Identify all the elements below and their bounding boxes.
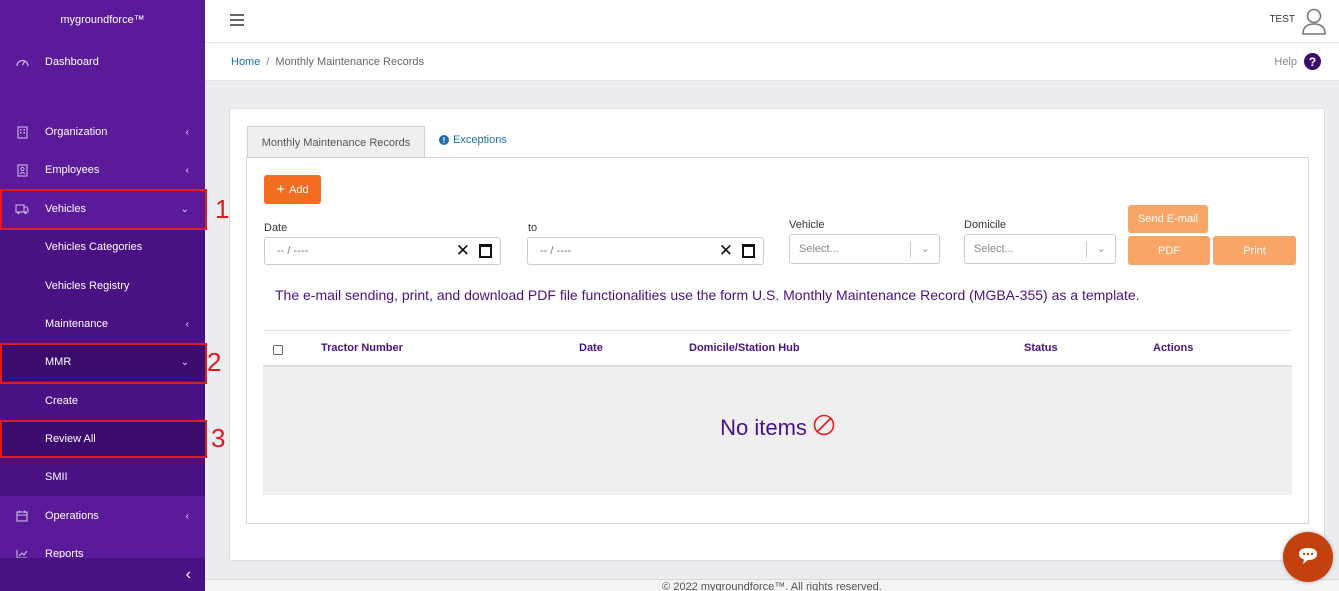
breadcrumb-home-link[interactable]: Home <box>231 56 260 68</box>
sidebar-item-label: Vehicles Registry <box>45 280 130 292</box>
annotation-box-vehicles <box>0 189 207 230</box>
help-link[interactable]: Help ? <box>1274 53 1321 70</box>
domicile-placeholder: Select... <box>974 243 1014 255</box>
send-email-button[interactable]: Send E-mail <box>1128 205 1208 233</box>
chevron-left-icon: ‹ <box>185 164 189 176</box>
chat-widget-button[interactable] <box>1283 532 1333 582</box>
select-all-checkbox[interactable] <box>273 345 283 355</box>
select-divider <box>910 241 911 258</box>
breadcrumb-current: Monthly Maintenance Records <box>275 56 424 68</box>
date-from-input[interactable]: -- / ---- ✕ <box>264 237 501 265</box>
sidebar: mygroundforce™ Dashboard Organization ‹ … <box>0 0 205 591</box>
sidebar-item-label: Create <box>45 395 79 407</box>
sidebar-item-vehicles-categories[interactable]: Vehicles Categories <box>0 228 205 266</box>
brand-logo: mygroundforce™ <box>0 0 205 42</box>
vehicle-select[interactable]: Select... ⌄ <box>789 234 940 264</box>
building-icon <box>14 124 30 140</box>
hamburger-menu-icon[interactable] <box>230 14 244 29</box>
info-icon: ! <box>439 135 449 145</box>
calendar-icon[interactable] <box>479 244 492 258</box>
pdf-button[interactable]: PDF <box>1128 236 1210 265</box>
annotation-number-1: 1 <box>215 194 230 224</box>
sidebar-item-label: Organization <box>45 126 108 138</box>
date-from-value: -- / ---- <box>277 245 309 257</box>
sidebar-item-vehicles-registry[interactable]: Vehicles Registry <box>0 267 205 305</box>
sidebar-item-label: Vehicles Categories <box>45 241 143 253</box>
help-icon: ? <box>1304 53 1321 70</box>
sidebar-item-employees[interactable]: Employees ‹ <box>0 151 205 189</box>
no-items-message: No items <box>263 414 1292 442</box>
table-empty-state: No items <box>263 367 1292 495</box>
annotation-box-mmr <box>0 343 207 384</box>
breadcrumb-separator: / <box>266 56 270 68</box>
chevron-down-icon: ⌄ <box>1096 243 1106 255</box>
domicile-label: Domicile <box>964 219 1007 231</box>
domicile-select[interactable]: Select... ⌄ <box>964 234 1116 264</box>
calendar-icon[interactable] <box>742 244 755 258</box>
no-items-label: No items <box>720 415 807 440</box>
help-label: Help <box>1274 55 1297 68</box>
print-button[interactable]: Print <box>1213 236 1296 265</box>
tab-exceptions[interactable]: ! Exceptions <box>439 134 507 146</box>
column-header[interactable]: Status <box>1024 342 1058 354</box>
clear-icon[interactable]: ✕ <box>719 241 733 261</box>
sidebar-item-operations[interactable]: Operations ‹ <box>0 497 205 535</box>
sidebar-item-label: SMII <box>45 471 68 483</box>
vehicle-placeholder: Select... <box>799 243 839 255</box>
id-card-icon <box>14 162 30 178</box>
sidebar-collapse-button[interactable]: ‹ <box>0 558 205 591</box>
chevron-left-icon: ‹ <box>185 318 189 330</box>
chevron-left-icon: ‹ <box>185 565 191 583</box>
sidebar-item-create[interactable]: Create <box>0 382 205 420</box>
tab-label: Exceptions <box>453 134 507 146</box>
vehicle-label: Vehicle <box>789 219 825 231</box>
top-bar: TEST <box>205 0 1339 43</box>
chat-bubble-icon <box>1297 546 1319 569</box>
add-button-label: Add <box>289 183 309 196</box>
column-header: Actions <box>1153 342 1194 354</box>
breadcrumb-bar: Home / Monthly Maintenance Records Help ? <box>205 43 1339 81</box>
breadcrumb: Home / Monthly Maintenance Records <box>231 56 424 68</box>
date-label: Date <box>264 222 288 234</box>
plus-icon: + <box>276 181 286 198</box>
select-divider <box>1086 241 1087 258</box>
sidebar-item-label: Dashboard <box>45 56 99 68</box>
column-header[interactable]: Tractor Number <box>321 342 403 354</box>
gauge-icon <box>14 54 30 70</box>
tab-monthly-maintenance-records[interactable]: Monthly Maintenance Records <box>247 126 425 158</box>
sidebar-item-label: Operations <box>45 510 99 522</box>
calendar-icon <box>14 508 30 524</box>
page-footer: © 2022 mygroundforce™. All rights reserv… <box>205 579 1339 591</box>
chevron-left-icon: ‹ <box>185 510 189 522</box>
sidebar-item-label: Employees <box>45 164 100 176</box>
column-header[interactable]: Date <box>579 342 603 354</box>
user-name[interactable]: TEST <box>1269 14 1295 25</box>
annotation-box-review-all <box>0 420 207 458</box>
date-to-value: -- / ---- <box>540 245 572 257</box>
main-card: Monthly Maintenance Records ! Exceptions… <box>229 108 1325 561</box>
sidebar-item-smii[interactable]: SMII <box>0 458 205 496</box>
sidebar-item-dashboard[interactable]: Dashboard <box>0 43 205 81</box>
sidebar-item-maintenance[interactable]: Maintenance ‹ <box>0 305 205 343</box>
clear-icon[interactable]: ✕ <box>456 241 470 261</box>
date-to-input[interactable]: -- / ---- ✕ <box>527 237 764 265</box>
to-label: to <box>528 222 538 234</box>
ban-icon <box>813 414 835 442</box>
chevron-down-icon: ⌄ <box>920 243 930 255</box>
table-header: Tractor Number Date Domicile/Station Hub… <box>263 330 1292 367</box>
sidebar-item-label: Maintenance <box>45 318 108 330</box>
template-notice: The e-mail sending, print, and download … <box>275 287 1140 303</box>
annotation-number-2: 2 <box>207 347 222 377</box>
annotation-number-3: 3 <box>211 423 226 453</box>
sidebar-item-organization[interactable]: Organization ‹ <box>0 113 205 151</box>
chevron-left-icon: ‹ <box>185 126 189 138</box>
add-button[interactable]: + Add <box>264 175 321 204</box>
column-header[interactable]: Domicile/Station Hub <box>689 342 800 354</box>
user-avatar-icon[interactable] <box>1301 7 1327 38</box>
tab-panel: + Add Date -- / ---- ✕ to -- / ---- ✕ Ve… <box>246 157 1309 524</box>
